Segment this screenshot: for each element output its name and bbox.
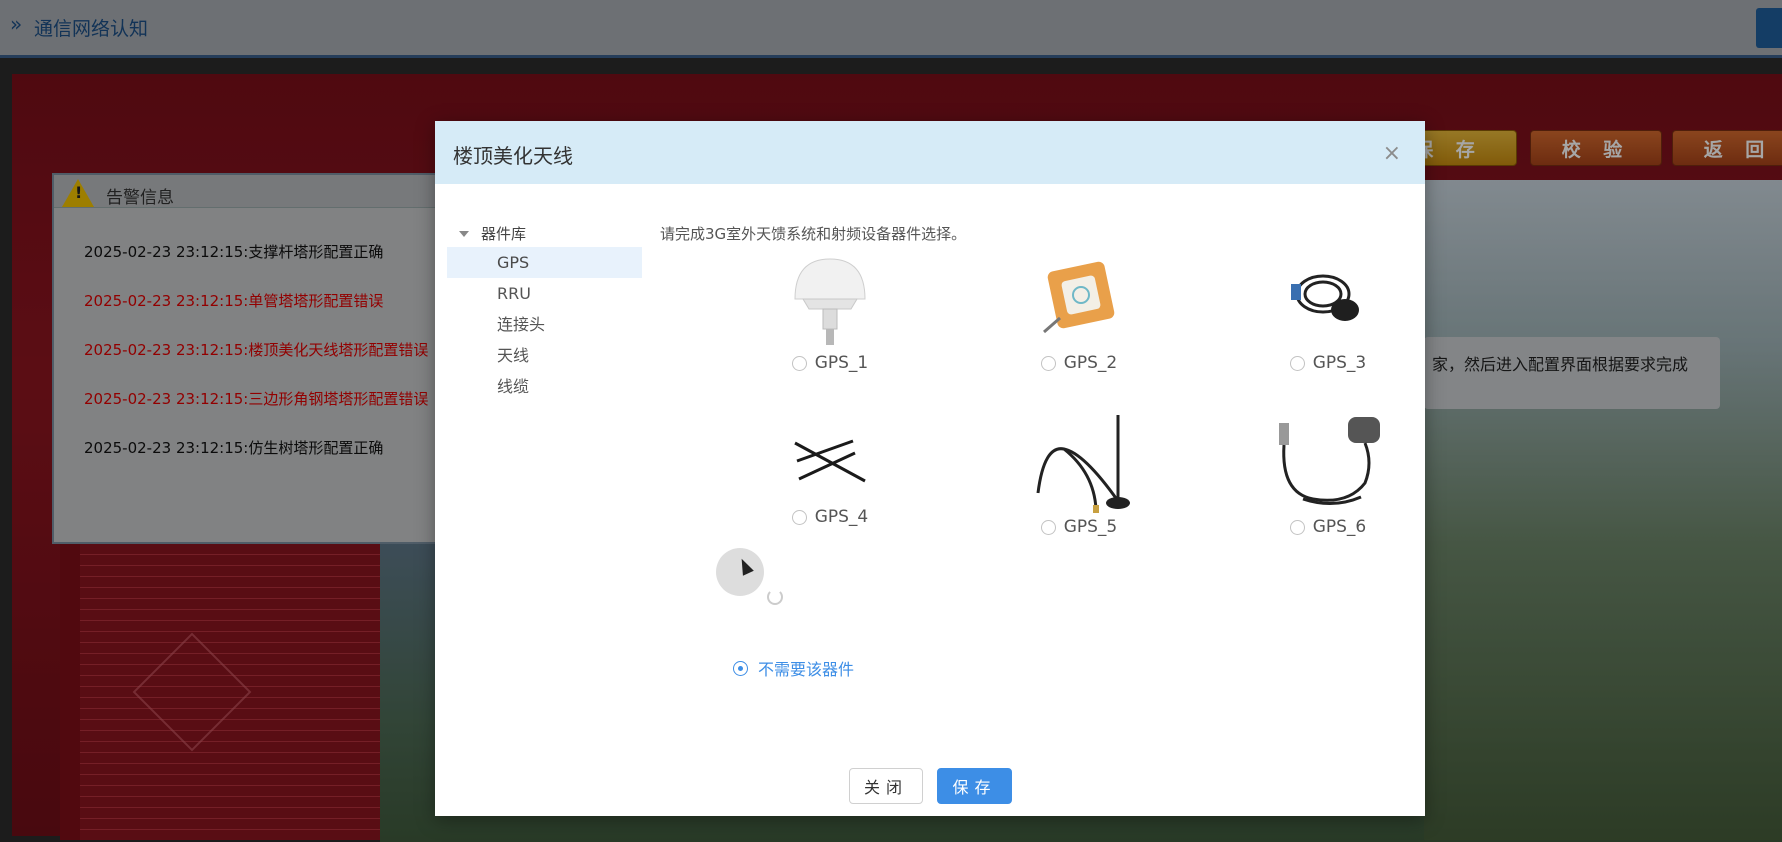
loading-spinner-icon <box>767 589 783 605</box>
option-label: GPS_1 <box>814 353 869 373</box>
option-line: GPS_3 <box>1228 353 1428 373</box>
dialog-title: 楼顶美化天线 <box>453 144 573 168</box>
option-not-needed[interactable]: 不需要该器件 <box>733 656 854 680</box>
option-label: GPS_3 <box>1312 353 1367 373</box>
radio-gps-5[interactable] <box>1040 519 1056 535</box>
option-label: GPS_6 <box>1312 517 1367 537</box>
puck-antenna-cable-icon <box>1291 274 1359 321</box>
radio-gps-4[interactable] <box>791 509 807 525</box>
patch-antenna-icon <box>1043 261 1115 334</box>
option-line: GPS_4 <box>730 507 930 527</box>
option-label: GPS_5 <box>1063 517 1118 537</box>
tree-item-antenna[interactable]: 天线 <box>447 340 642 371</box>
close-icon[interactable]: × <box>1383 141 1401 166</box>
component-dialog: 楼顶美化天线 × 器件库 GPS RRU 连接头 天线 线缆 请完成3G室外天馈… <box>435 121 1425 816</box>
option-label: GPS_4 <box>814 507 869 527</box>
option-line: GPS_2 <box>979 353 1179 373</box>
option-label: GPS_2 <box>1063 353 1118 373</box>
option-gps-2[interactable]: GPS_2 <box>979 254 1179 373</box>
option-gps-6[interactable]: GPS_6 <box>1228 413 1428 537</box>
radio-gps-2[interactable] <box>1040 355 1056 371</box>
component-library-tree: 器件库 GPS RRU 连接头 天线 线缆 <box>447 221 642 402</box>
tree-item-connector[interactable]: 连接头 <box>447 309 642 340</box>
dialog-header: 楼顶美化天线 × <box>435 121 1425 184</box>
whip-antenna-icon <box>1036 415 1130 513</box>
option-line: GPS_5 <box>979 517 1179 537</box>
usb-gps-receiver-icon <box>1279 417 1380 505</box>
radio-gps-1[interactable] <box>791 355 807 371</box>
option-gps-3[interactable]: GPS_3 <box>1228 254 1428 373</box>
tree-root-library[interactable]: 器件库 <box>447 221 642 247</box>
tree-item-cable[interactable]: 线缆 <box>447 371 642 402</box>
radio-gps-3[interactable] <box>1289 355 1305 371</box>
tree-item-gps[interactable]: GPS <box>447 247 642 278</box>
instruction-text: 请完成3G室外天馈系统和射频设备器件选择。 <box>660 225 967 243</box>
caret-down-icon[interactable] <box>459 231 469 237</box>
option-gps-4[interactable]: GPS_4 <box>730 413 930 527</box>
dialog-close-button[interactable]: 关闭 <box>849 768 923 804</box>
radio-gps-6[interactable] <box>1289 519 1305 535</box>
rod-antennas-icon <box>794 439 866 483</box>
tree-item-rru[interactable]: RRU <box>447 278 642 309</box>
radio-not-needed[interactable] <box>733 660 748 676</box>
option-gps-1[interactable]: GPS_1 <box>730 254 930 373</box>
cursor-click-indicator <box>716 548 764 596</box>
tree-root-label: 器件库 <box>481 225 527 243</box>
option-line: GPS_6 <box>1228 517 1428 537</box>
dialog-save-button[interactable]: 保存 <box>937 768 1012 804</box>
option-line: GPS_1 <box>730 353 930 373</box>
mushroom-antenna-icon <box>794 258 866 345</box>
option-not-needed-label: 不需要该器件 <box>758 660 855 679</box>
option-gps-5[interactable]: GPS_5 <box>979 413 1179 537</box>
